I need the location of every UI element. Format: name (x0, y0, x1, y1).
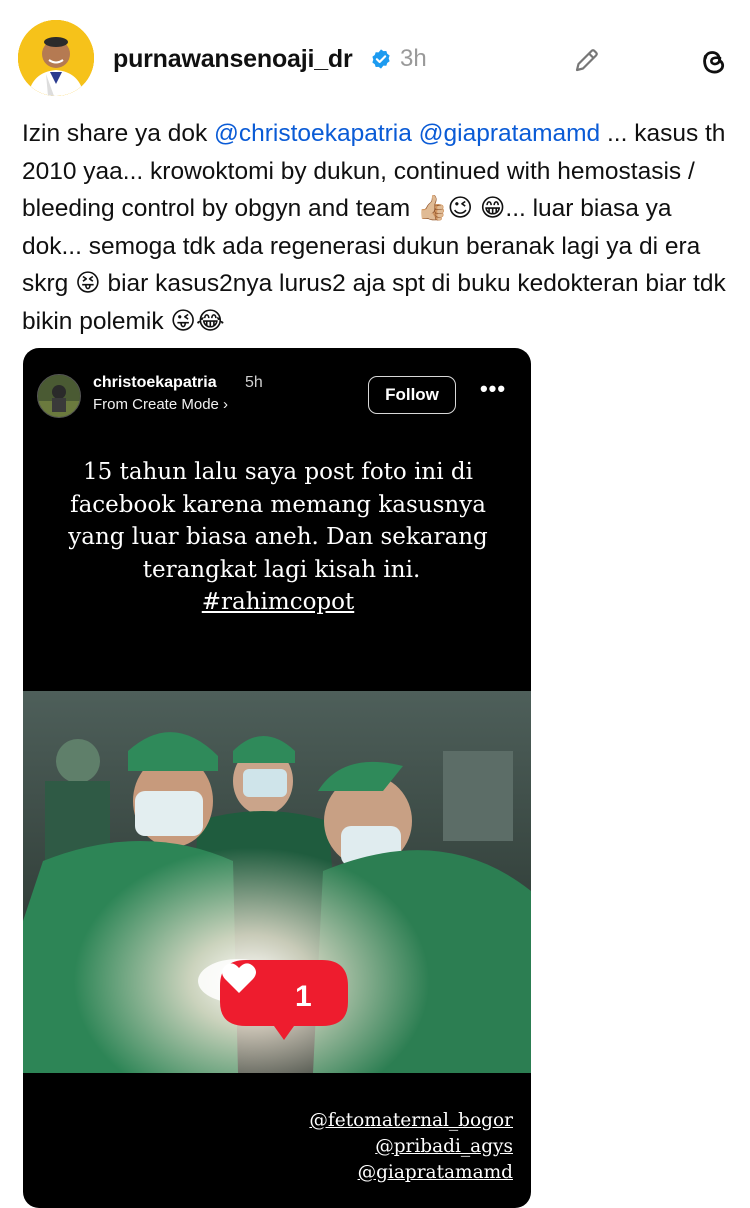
like-badge[interactable]: 1 (220, 960, 348, 1042)
more-options-button[interactable]: ••• (478, 378, 508, 404)
mention-link[interactable]: @giapratamamd (419, 120, 600, 147)
story-username[interactable]: christoekapatria (93, 374, 217, 392)
story-tag-link[interactable]: @pribadi_agys (263, 1134, 513, 1160)
caption-text (412, 120, 419, 147)
verified-badge-icon (372, 49, 390, 69)
post-time: 3h (400, 45, 427, 72)
heart-icon (222, 963, 256, 993)
post-caption: Izin share ya dok @christoekapatria @gia… (22, 115, 737, 340)
follow-button[interactable]: Follow (368, 376, 456, 414)
story-text: 15 tahun lalu saya post foto ini di face… (53, 456, 503, 619)
story-subtitle[interactable]: From Create Mode › (93, 396, 228, 413)
story-tag-link[interactable]: @fetomaternal_bogor (263, 1108, 513, 1134)
caption-text: Izin share ya dok (22, 120, 215, 147)
story-text-main: 15 tahun lalu saya post foto ini di face… (61, 457, 495, 585)
story-time: 5h (245, 374, 263, 391)
mention-link[interactable]: @christoekapatria (214, 120, 412, 147)
threads-icon[interactable] (697, 45, 729, 77)
story-embed[interactable]: christoekapatria 5h From Create Mode › F… (23, 348, 531, 1208)
story-avatar[interactable] (37, 374, 81, 418)
story-hashtag[interactable]: #rahimcopot (194, 587, 362, 617)
story-tags: @fetomaternal_bogor @pribadi_agys @giapr… (263, 1108, 513, 1186)
caption-text: ... kasus th 2010 yaa... krowoktomi by d… (22, 120, 726, 335)
post-username[interactable]: purnawansenoaji_dr (113, 45, 353, 74)
avatar[interactable] (18, 20, 94, 96)
pencil-icon[interactable] (572, 45, 602, 75)
like-count: 1 (295, 980, 312, 1013)
story-tag-link[interactable]: @giapratamamd (263, 1160, 513, 1186)
